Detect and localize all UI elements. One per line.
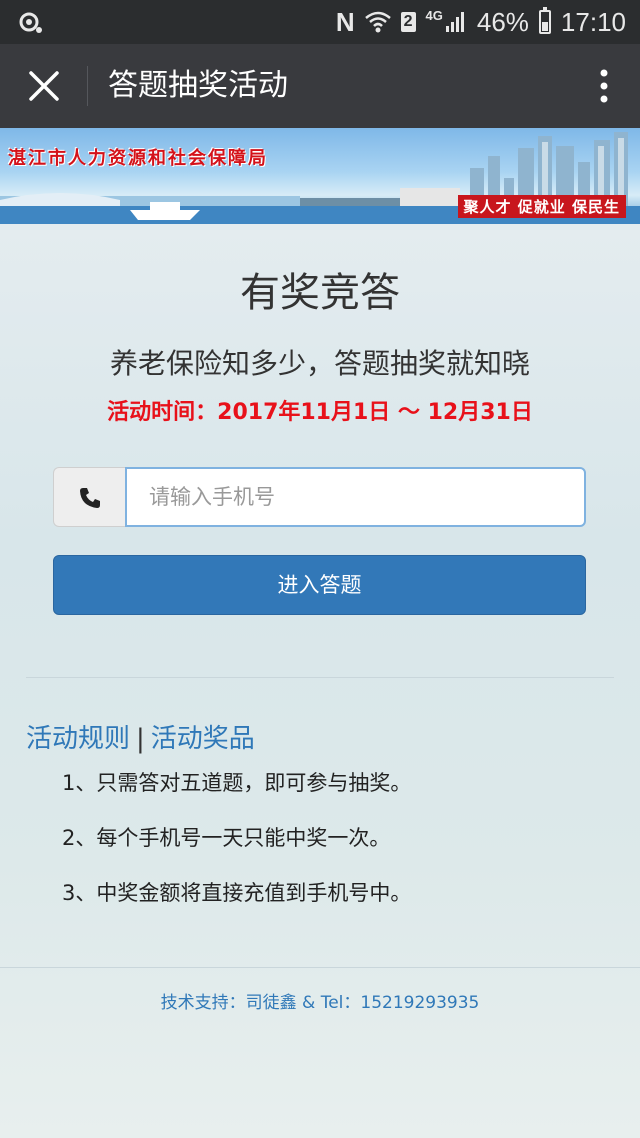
main-heading: 有奖竞答 xyxy=(240,270,400,316)
rule-item: 2、每个手机号一天只能中奖一次。 xyxy=(62,826,391,850)
rules-link[interactable]: 活动规则 xyxy=(26,724,130,754)
sim-slot-badge: 2 xyxy=(400,12,416,32)
close-icon[interactable] xyxy=(26,68,62,104)
phone-icon xyxy=(80,488,100,508)
battery-percent: 46% xyxy=(476,6,529,37)
link-separator: | xyxy=(136,724,145,754)
more-vertical-icon[interactable] xyxy=(598,68,610,104)
rule-item: 1、只需答对五道题，即可参与抽奖。 xyxy=(62,771,412,795)
phone-input-group xyxy=(53,467,586,527)
prizes-link[interactable]: 活动奖品 xyxy=(151,724,255,754)
wifi-icon xyxy=(364,11,391,33)
top-navbar: 答题抽奖活动 xyxy=(0,44,640,128)
footer-divider xyxy=(0,967,640,968)
main-content: 有奖竞答 养老保险知多少，答题抽奖就知晓 活动时间：2017年11月1日 ～ 1… xyxy=(0,224,640,1138)
section-divider xyxy=(26,677,614,678)
phone-addon xyxy=(53,467,125,527)
info-links: 活动规则 | 活动奖品 xyxy=(26,718,255,755)
tech-support-footer: 技术支持：司徒鑫 & Tel：15219293935 xyxy=(160,993,480,1013)
enter-quiz-button[interactable]: 进入答题 xyxy=(53,555,586,615)
main-subtitle: 养老保险知多少，答题抽奖就知晓 xyxy=(109,347,530,380)
battery-icon xyxy=(538,7,551,34)
rules-list: 1、只需答对五道题，即可参与抽奖。 2、每个手机号一天只能中奖一次。 3、中奖金… xyxy=(62,766,411,931)
banner-organization: 湛江市人力资源和社会保障局 xyxy=(8,148,268,169)
status-bar: N 2 4G 46% 17:10 xyxy=(0,0,640,44)
clock: 17:10 xyxy=(560,6,626,37)
rule-item: 3、中奖金额将直接充值到手机号中。 xyxy=(62,881,412,905)
settings-gear-icon xyxy=(19,12,42,33)
banner-slogan: 聚人才 促就业 保民生 xyxy=(457,195,626,218)
nfc-indicator: N xyxy=(335,6,355,37)
nav-divider xyxy=(87,66,88,106)
header-banner: 湛江市人力资源和社会保障局 聚人才 促就业 保民生 xyxy=(0,128,640,224)
page-title: 答题抽奖活动 xyxy=(108,68,288,103)
activity-period: 活动时间：2017年11月1日 ～ 12月31日 xyxy=(107,400,533,425)
network-type: 4G xyxy=(425,8,443,23)
signal-icon xyxy=(445,12,464,32)
phone-number-input[interactable] xyxy=(125,467,586,527)
status-icons: N 2 4G 46% 17:10 xyxy=(336,0,626,44)
